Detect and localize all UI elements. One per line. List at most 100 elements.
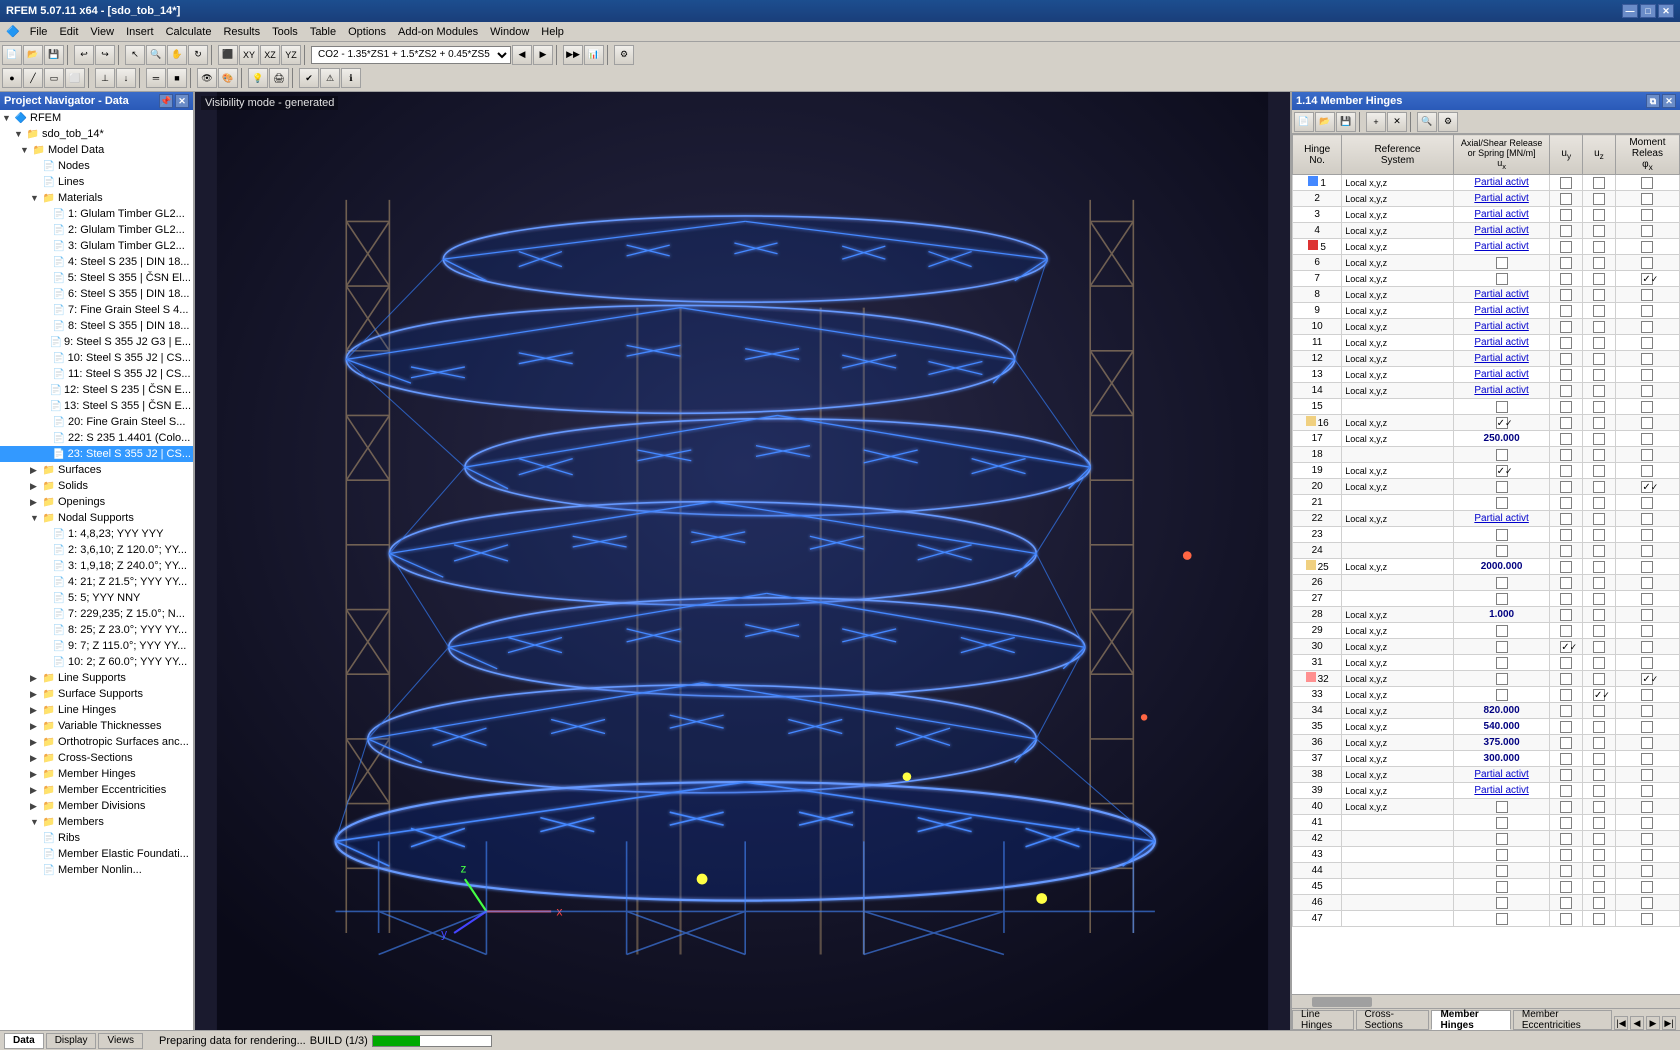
tb-visibility-button[interactable]: 👁	[197, 68, 217, 88]
cell-uy[interactable]	[1550, 687, 1583, 703]
cell-uy[interactable]	[1550, 191, 1583, 207]
cell-px[interactable]	[1615, 543, 1679, 559]
tree-item[interactable]: ▶ 📁 Line Supports	[0, 670, 193, 686]
cell-ux[interactable]: ✓	[1453, 415, 1550, 431]
tree-item[interactable]: 📄 4: Steel S 235 | DIN 18...	[0, 254, 193, 270]
tb-render-button[interactable]: 💡	[248, 68, 268, 88]
cell-uz[interactable]	[1583, 847, 1616, 863]
menu-tools[interactable]: Tools	[266, 24, 304, 40]
cell-px[interactable]	[1615, 783, 1679, 799]
menu-help[interactable]: Help	[535, 24, 570, 40]
cell-ux[interactable]	[1453, 847, 1550, 863]
cell-px[interactable]	[1615, 607, 1679, 623]
cell-uy[interactable]	[1550, 879, 1583, 895]
cell-px[interactable]	[1615, 191, 1679, 207]
tree-item[interactable]: 📄 20: Fine Grain Steel S...	[0, 414, 193, 430]
tb-solid-button[interactable]: ⬜	[65, 68, 85, 88]
cell-uz[interactable]	[1583, 415, 1616, 431]
rp-delete-button[interactable]: ✕	[1387, 112, 1407, 132]
cell-px[interactable]	[1615, 703, 1679, 719]
menu-edit[interactable]: Edit	[53, 24, 84, 40]
status-tab-views[interactable]: Views	[98, 1033, 143, 1049]
cell-uy[interactable]	[1550, 831, 1583, 847]
cell-ux[interactable]: Partial activt	[1453, 351, 1550, 367]
cell-px[interactable]	[1615, 895, 1679, 911]
cell-ux[interactable]: Partial activt	[1453, 767, 1550, 783]
cell-uy[interactable]	[1550, 479, 1583, 495]
tree-item[interactable]: 📄 Member Elastic Foundati...	[0, 846, 193, 862]
cell-ux[interactable]: Partial activt	[1453, 191, 1550, 207]
cell-ux[interactable]	[1453, 527, 1550, 543]
cell-uy[interactable]	[1550, 607, 1583, 623]
cell-uy[interactable]	[1550, 863, 1583, 879]
cell-uz[interactable]	[1583, 655, 1616, 671]
cell-ux[interactable]: Partial activt	[1453, 207, 1550, 223]
tb-line-button[interactable]: ╱	[23, 68, 43, 88]
cell-px[interactable]	[1615, 831, 1679, 847]
cell-ux[interactable]	[1453, 575, 1550, 591]
cell-uy[interactable]	[1550, 495, 1583, 511]
cell-uy[interactable]	[1550, 175, 1583, 191]
tb-view3d-button[interactable]: ⬛	[218, 45, 238, 65]
tree-item[interactable]: 📄 Nodes	[0, 158, 193, 174]
cell-uz[interactable]	[1583, 575, 1616, 591]
cell-uz[interactable]	[1583, 271, 1616, 287]
cell-px[interactable]	[1615, 399, 1679, 415]
cell-ux[interactable]	[1453, 479, 1550, 495]
cell-px[interactable]	[1615, 591, 1679, 607]
cell-px[interactable]	[1615, 719, 1679, 735]
tree-item[interactable]: 📄 11: Steel S 355 J2 | CS...	[0, 366, 193, 382]
tree-root[interactable]: ▼ 🔷 RFEM	[0, 110, 193, 126]
tb-rotate-button[interactable]: ↻	[188, 45, 208, 65]
cell-px[interactable]	[1615, 655, 1679, 671]
tree-item[interactable]: ▶ 📁 Member Hinges	[0, 766, 193, 782]
viewport-canvas[interactable]: x z y	[195, 92, 1290, 1030]
cell-ux[interactable]	[1453, 447, 1550, 463]
tree-item[interactable]: ▶ 📁 Member Divisions	[0, 798, 193, 814]
cell-uy[interactable]	[1550, 271, 1583, 287]
cell-px[interactable]	[1615, 319, 1679, 335]
close-button[interactable]: ✕	[1658, 4, 1674, 18]
cell-uz[interactable]	[1583, 463, 1616, 479]
status-tab-display[interactable]: Display	[46, 1033, 97, 1049]
cell-uy[interactable]	[1550, 255, 1583, 271]
cell-px[interactable]	[1615, 303, 1679, 319]
cell-uy[interactable]	[1550, 207, 1583, 223]
tree-item[interactable]: 📄 8: Steel S 355 | DIN 18...	[0, 318, 193, 334]
cell-px[interactable]	[1615, 415, 1679, 431]
cell-uz[interactable]	[1583, 479, 1616, 495]
cell-ux[interactable]: 1.000	[1453, 607, 1550, 623]
cell-uz[interactable]	[1583, 431, 1616, 447]
cell-uz[interactable]	[1583, 239, 1616, 255]
cell-uz[interactable]	[1583, 799, 1616, 815]
tb-undo-button[interactable]: ↩	[74, 45, 94, 65]
cell-ux[interactable]: Partial activt	[1453, 239, 1550, 255]
cell-uy[interactable]	[1550, 335, 1583, 351]
cell-ux[interactable]: Partial activt	[1453, 335, 1550, 351]
tree-item[interactable]: ▶ 📁 Orthotropic Surfaces anc...	[0, 734, 193, 750]
tree-item[interactable]: ▶ 📁 Cross-Sections	[0, 750, 193, 766]
cell-uz[interactable]	[1583, 543, 1616, 559]
cell-uy[interactable]	[1550, 351, 1583, 367]
cell-ux[interactable]	[1453, 879, 1550, 895]
cell-px[interactable]: ✓	[1615, 479, 1679, 495]
menu-calculate[interactable]: Calculate	[160, 24, 218, 40]
tree-item[interactable]: ▼ 📁 Nodal Supports	[0, 510, 193, 526]
tab-cross-sections[interactable]: Cross-Sections	[1356, 1010, 1430, 1030]
cell-uz[interactable]	[1583, 191, 1616, 207]
tb-warning-button[interactable]: ⚠	[320, 68, 340, 88]
tb-results-button[interactable]: 📊	[584, 45, 604, 65]
menu-addons[interactable]: Add-on Modules	[392, 24, 484, 40]
tab-last-button[interactable]: ▶|	[1662, 1016, 1676, 1030]
cell-ux[interactable]: 820.000	[1453, 703, 1550, 719]
tb-viewyz-button[interactable]: YZ	[281, 45, 301, 65]
cell-uz[interactable]	[1583, 815, 1616, 831]
tb-color-button[interactable]: 🎨	[218, 68, 238, 88]
tree-item[interactable]: 📄 1: Glulam Timber GL2...	[0, 206, 193, 222]
cell-uz[interactable]	[1583, 399, 1616, 415]
cell-ux[interactable]	[1453, 895, 1550, 911]
menu-view[interactable]: View	[84, 24, 120, 40]
cell-uz[interactable]	[1583, 335, 1616, 351]
right-panel-float-button[interactable]: ⧉	[1646, 94, 1660, 108]
cell-uz[interactable]	[1583, 735, 1616, 751]
